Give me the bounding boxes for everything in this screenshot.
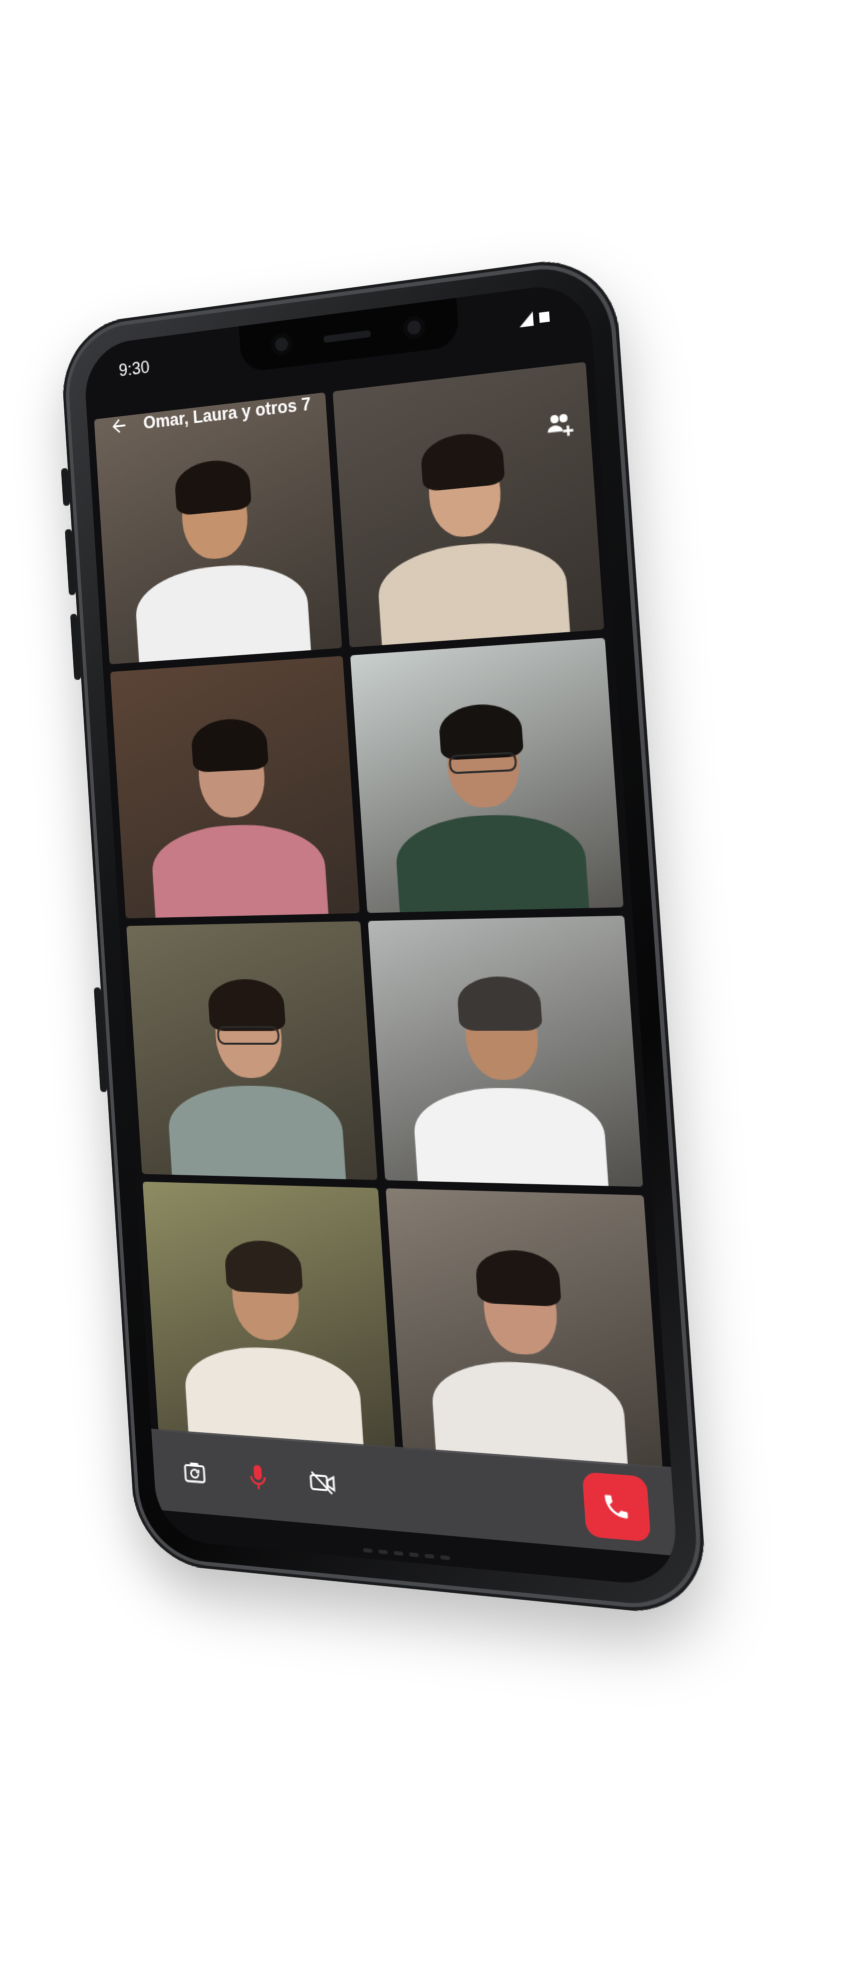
front-camera-icon <box>270 332 293 357</box>
add-participant-button[interactable] <box>544 407 577 441</box>
battery-icon <box>538 311 550 323</box>
participant-video-tile[interactable] <box>350 637 624 913</box>
participant-avatar <box>143 714 329 918</box>
mute-microphone-button[interactable] <box>237 1454 280 1501</box>
flip-camera-button[interactable] <box>174 1450 216 1496</box>
earpiece-speaker <box>323 329 372 343</box>
participant-avatar <box>126 452 311 663</box>
end-call-button[interactable] <box>581 1471 652 1543</box>
flip-camera-icon <box>181 1458 208 1487</box>
toggle-video-button[interactable] <box>301 1459 345 1506</box>
back-button[interactable] <box>106 411 132 440</box>
participant-avatar <box>159 978 346 1180</box>
participant-avatar <box>404 976 609 1186</box>
speaker-grille <box>362 1548 451 1561</box>
status-time: 9:30 <box>118 356 151 380</box>
microphone-icon <box>245 1464 271 1490</box>
participant-avatar <box>422 1247 628 1466</box>
participant-video-tile[interactable] <box>110 655 360 919</box>
phone-screen: 9:30 Omar, Laura y otros 7 <box>82 280 680 1588</box>
arrow-left-icon <box>112 418 126 434</box>
video-off-icon <box>308 1469 338 1497</box>
participants-grid <box>94 361 663 1469</box>
phone-device: 9:30 Omar, Laura y otros 7 <box>58 252 710 1619</box>
sensor-icon <box>402 315 426 340</box>
participant-avatar <box>386 699 589 913</box>
participant-avatar <box>368 424 570 646</box>
participant-video-tile[interactable] <box>385 1188 663 1469</box>
participant-video-tile[interactable] <box>126 921 378 1181</box>
signal-icon <box>518 311 534 328</box>
participant-video-tile[interactable] <box>367 915 644 1187</box>
participant-avatar <box>176 1237 364 1447</box>
status-icons <box>518 309 550 328</box>
add-people-icon <box>547 413 574 437</box>
phone-icon <box>604 1494 629 1519</box>
participant-video-tile[interactable] <box>142 1181 396 1449</box>
